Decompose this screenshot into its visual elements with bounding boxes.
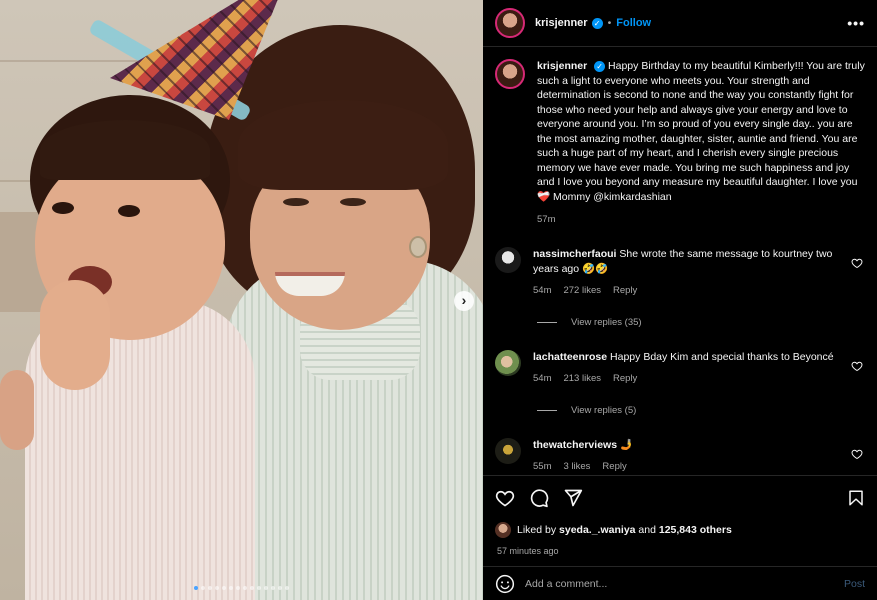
view-replies-label: View replies (5) [571, 404, 637, 416]
carousel-dot [208, 586, 212, 590]
post-comment-button[interactable]: Post [844, 578, 865, 590]
carousel-next-icon[interactable]: › [454, 291, 474, 311]
caption-time: 57m [537, 214, 556, 225]
post-photo[interactable]: › [0, 0, 483, 600]
carousel-dot [264, 586, 268, 590]
comment-username[interactable]: nassimcherfaoui [533, 248, 616, 260]
author-username[interactable]: krisjenner [535, 17, 588, 29]
posted-time: 57 minutes ago [497, 546, 559, 556]
comment-likes[interactable]: 213 likes [563, 372, 601, 387]
emoji-icon[interactable] [495, 574, 515, 594]
like-heart-icon[interactable] [495, 488, 515, 508]
comment: lachatteenrose Happy Bday Kim and specia… [495, 349, 865, 387]
comment-username[interactable]: lachatteenrose [533, 351, 607, 363]
verified-badge-icon: ✓ [594, 61, 606, 72]
comments-section[interactable]: krisjenner ✓ Happy Birthday to my beauti… [483, 47, 877, 475]
carousel-dot [222, 586, 226, 590]
comment-text: 🤳 [619, 438, 634, 451]
child-eye [52, 202, 74, 214]
reply-button[interactable]: Reply [613, 372, 637, 387]
carousel-dots [0, 586, 483, 590]
add-comment-bar: Post [483, 566, 877, 600]
view-replies-line [537, 409, 557, 411]
carousel-dot [236, 586, 240, 590]
wall-line [0, 60, 160, 62]
carousel-dot [194, 586, 198, 590]
likes-prefix: Liked by [517, 524, 560, 536]
carousel-dot [215, 586, 219, 590]
child-hand [40, 280, 110, 390]
likes-summary: Liked by syeda._.waniya and 125,843 othe… [483, 508, 877, 538]
comment: nassimcherfaoui She wrote the same messa… [495, 247, 865, 299]
like-comment-heart-icon[interactable] [851, 257, 863, 269]
follow-button[interactable]: Follow [616, 17, 651, 29]
carousel-dot [257, 586, 261, 590]
reply-button[interactable]: Reply [613, 284, 637, 299]
bookmark-icon[interactable] [847, 488, 865, 508]
comment-likes[interactable]: 272 likes [563, 284, 601, 299]
verified-badge-icon: ✓ [591, 17, 603, 29]
mother-eye [340, 198, 366, 206]
likes-count[interactable]: 125,843 others [659, 524, 732, 536]
comment-avatar[interactable] [495, 247, 521, 273]
comment-time: 54m [533, 373, 552, 384]
comment-bubble-icon[interactable] [529, 488, 549, 508]
carousel-dot [229, 586, 233, 590]
liker-avatar[interactable] [495, 522, 511, 538]
likes-middle: and [635, 524, 659, 536]
caption-text: Happy Birthday to my beautiful Kimberly!… [537, 60, 865, 203]
caption: krisjenner ✓ Happy Birthday to my beauti… [495, 59, 865, 225]
comment: thewatcherviews 🤳 55m 3 likes Reply [495, 437, 865, 475]
comment-text: Happy Bday Kim and special thanks to Bey… [610, 350, 834, 363]
caption-avatar[interactable] [495, 59, 525, 89]
comment-likes[interactable]: 3 likes [563, 460, 590, 475]
header-separator: • [607, 17, 612, 29]
author-avatar[interactable] [495, 8, 525, 38]
view-replies-label: View replies (35) [571, 316, 642, 328]
view-replies-button[interactable]: View replies (35) [537, 317, 865, 328]
child-bangs [40, 120, 210, 180]
like-comment-heart-icon[interactable] [851, 360, 863, 372]
child-arm [0, 370, 34, 450]
carousel-dot [278, 586, 282, 590]
carousel-dot [285, 586, 289, 590]
comment-username[interactable]: thewatcherviews [533, 439, 617, 451]
carousel-dot [271, 586, 275, 590]
carousel-dot [243, 586, 247, 590]
more-options-icon[interactable]: ••• [847, 15, 865, 31]
mother-bangs [238, 100, 448, 190]
post-header: krisjenner ✓ • Follow ••• [483, 0, 877, 47]
mother-eye [283, 198, 309, 206]
comment-time: 55m [533, 461, 552, 472]
child-eye [118, 205, 140, 217]
comment-input[interactable] [525, 577, 834, 590]
action-buttons [483, 476, 877, 508]
comment-avatar[interactable] [495, 349, 521, 376]
view-replies-button[interactable]: View replies (5) [537, 405, 865, 416]
share-paper-plane-icon[interactable] [563, 488, 583, 508]
earring [409, 236, 427, 258]
comment-time: 54m [533, 285, 552, 296]
comment-avatar[interactable] [495, 437, 521, 464]
caption-username[interactable]: krisjenner [537, 60, 587, 72]
carousel-dot [250, 586, 254, 590]
view-replies-line [537, 321, 557, 323]
reply-button[interactable]: Reply [602, 460, 626, 475]
like-comment-heart-icon[interactable] [851, 448, 863, 460]
carousel-dot [201, 586, 205, 590]
post-side-panel: krisjenner ✓ • Follow ••• krisjenner ✓ H… [483, 0, 877, 600]
liker-username[interactable]: syeda._.waniya [559, 524, 635, 536]
